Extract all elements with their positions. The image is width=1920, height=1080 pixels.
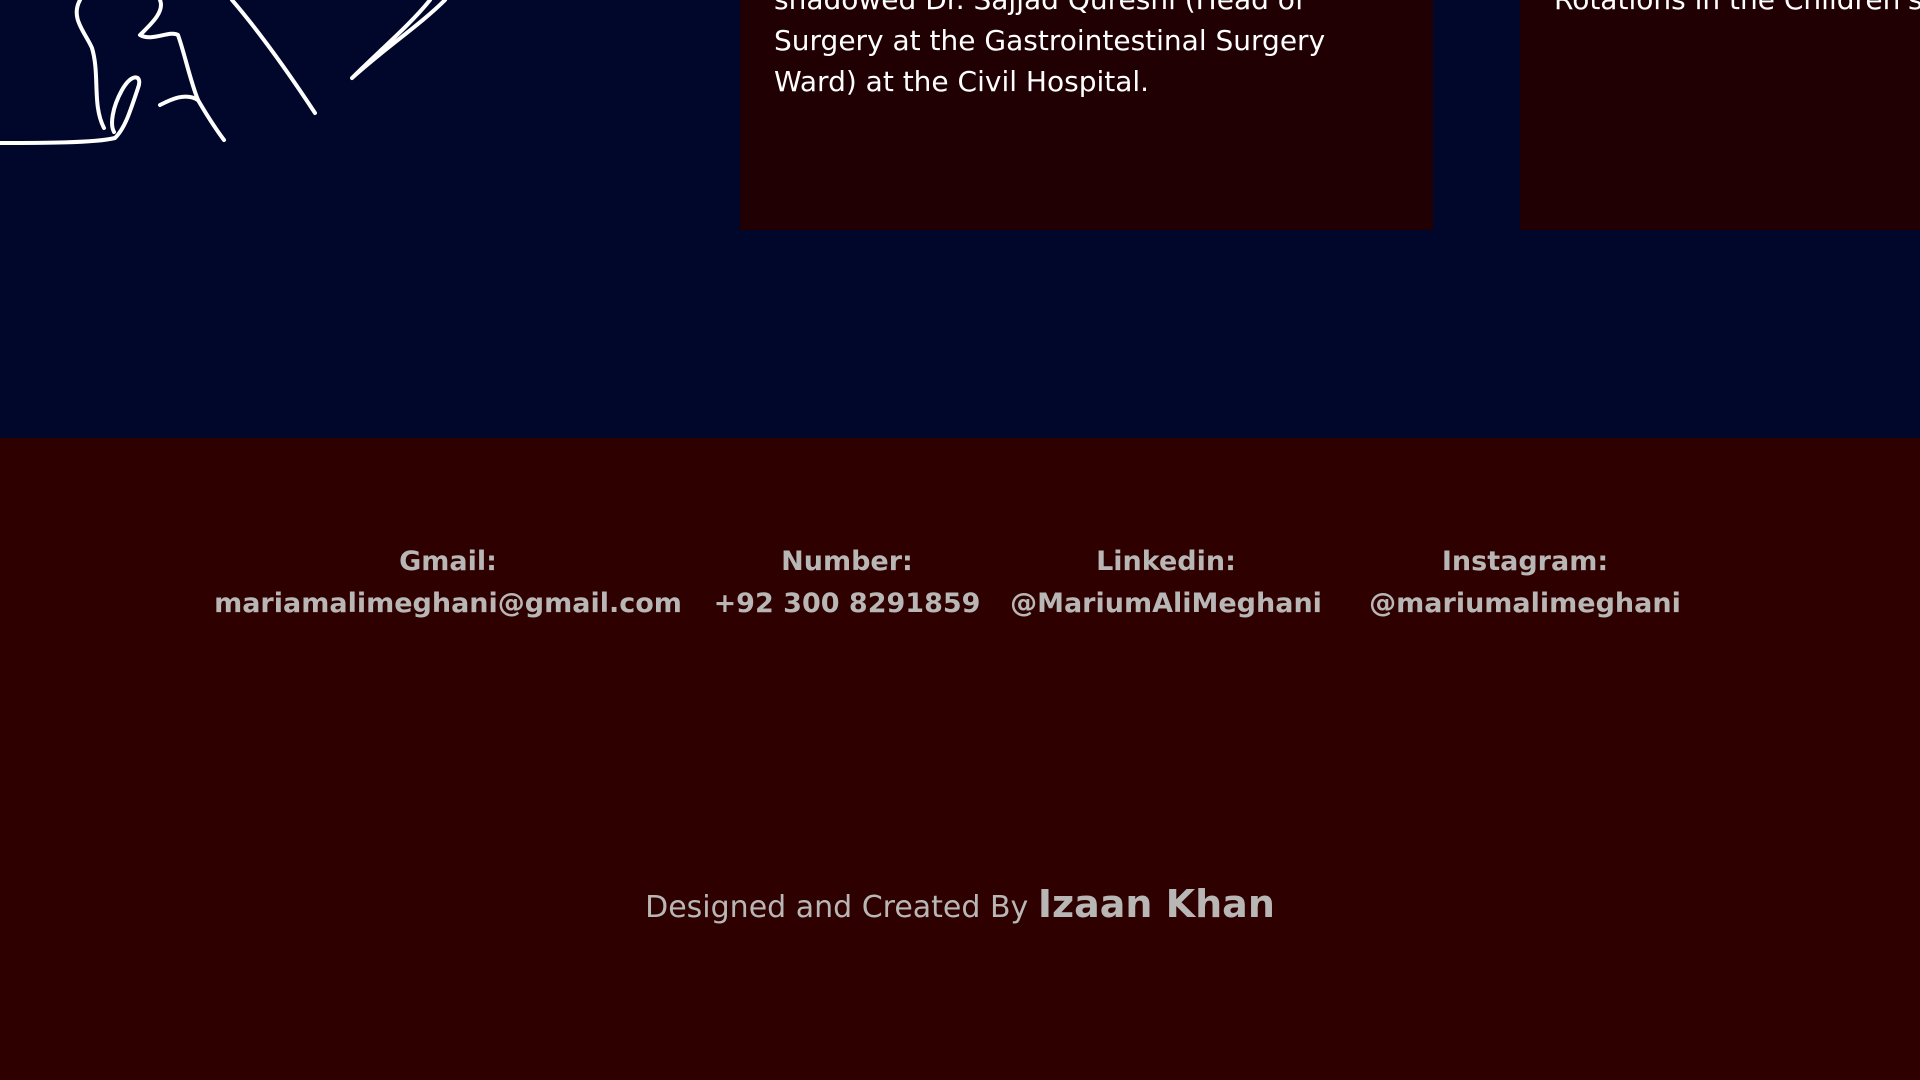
experience-card-text: Rotations in the Children's — [1554, 0, 1920, 20]
footer-credit: Designed and Created By Izaan Khan — [0, 882, 1920, 930]
instagram-link[interactable]: @mariumalimeghani — [1369, 583, 1681, 625]
experience-card: shadowed Dr. Sajjad Qureshi (Head of Sur… — [740, 0, 1433, 230]
footer: Gmail: mariamalimeghani@gmail.com Number… — [0, 438, 1920, 1080]
contact-label: Number: — [781, 546, 913, 577]
experience-card: Rotations in the Children's — [1520, 0, 1920, 230]
page: shadowed Dr. Sajjad Qureshi (Head of Sur… — [0, 0, 1920, 1080]
contact-label: Instagram: — [1441, 546, 1609, 577]
contact-instagram: Instagram: @mariumalimeghani — [1369, 541, 1681, 625]
contact-linkedin: Linkedin: @MariumAliMeghani — [1010, 541, 1322, 625]
linkedin-link[interactable]: @MariumAliMeghani — [1010, 583, 1322, 625]
phone-link[interactable]: +92 300 8291859 — [714, 583, 981, 625]
contact-label: Gmail: — [399, 546, 497, 577]
contact-gmail: Gmail: mariamalimeghani@gmail.com — [214, 541, 682, 625]
gmail-link[interactable]: mariamalimeghani@gmail.com — [214, 583, 682, 625]
credit-author: Izaan Khan — [1037, 882, 1275, 926]
experience-section: shadowed Dr. Sajjad Qureshi (Head of Sur… — [0, 0, 1920, 438]
line-art-illustration-icon — [0, 0, 447, 145]
contact-label: Linkedin: — [1096, 546, 1236, 577]
experience-card-text: shadowed Dr. Sajjad Qureshi (Head of Sur… — [774, 0, 1326, 98]
credit-prefix: Designed and Created By — [645, 890, 1029, 925]
contact-number: Number: +92 300 8291859 — [714, 541, 981, 625]
